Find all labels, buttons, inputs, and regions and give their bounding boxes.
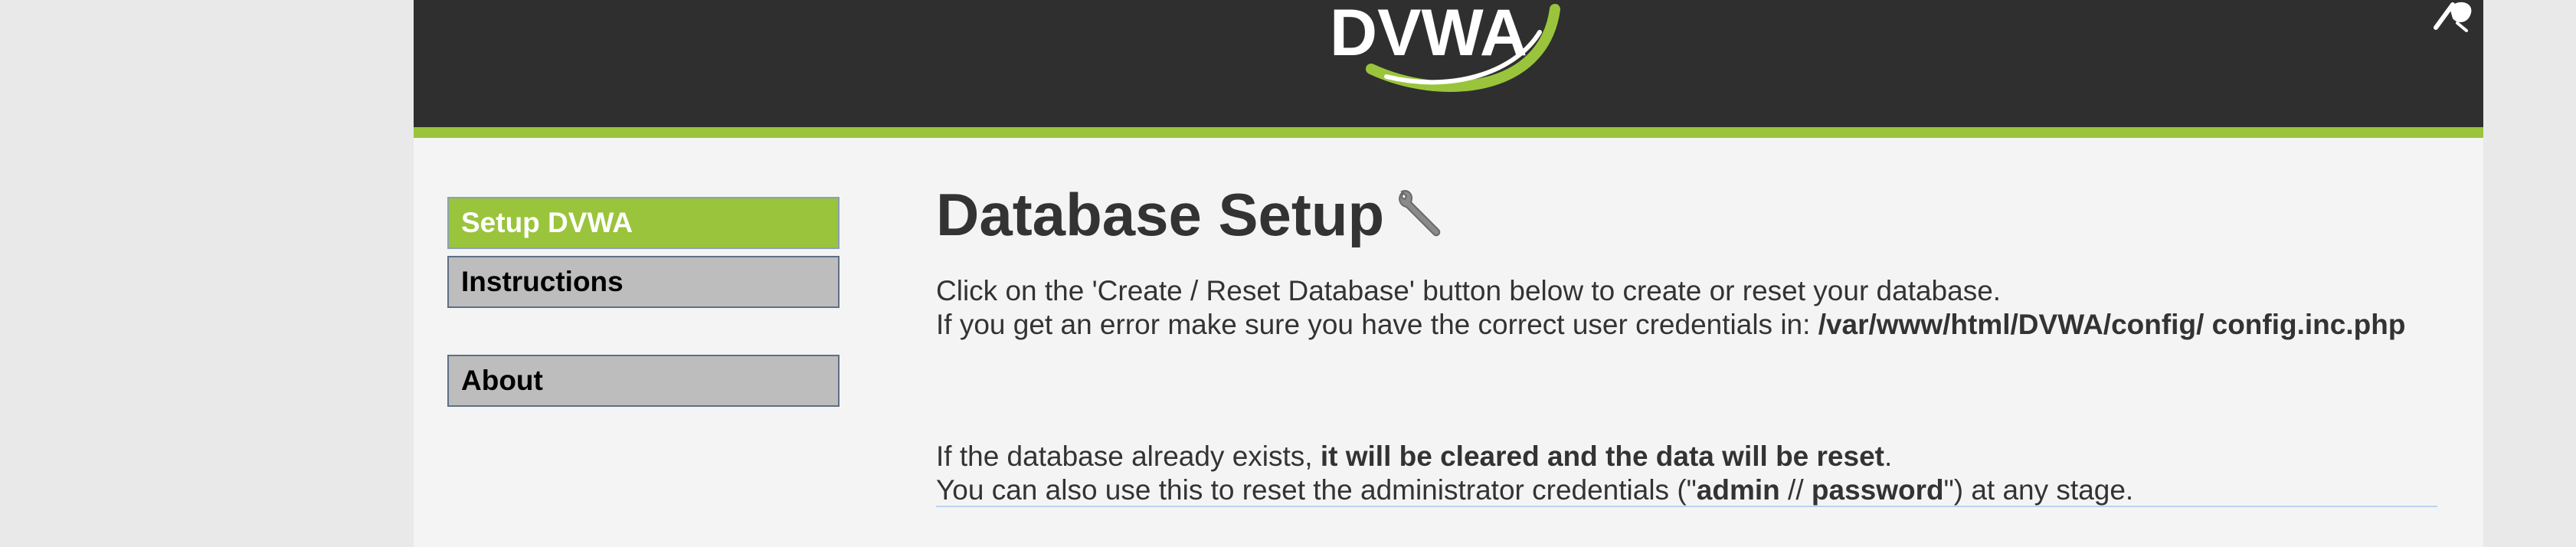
- bug-icon: [2422, 0, 2483, 32]
- divider: [936, 506, 2437, 507]
- admin-password: password: [1811, 474, 1944, 506]
- reset-warning-paragraph: If the database already exists, it will …: [936, 440, 2437, 507]
- menu-item-setup-dvwa[interactable]: Setup DVWA: [447, 197, 840, 249]
- instructions-paragraph: Click on the 'Create / Reset Database' b…: [936, 274, 2437, 342]
- reset-warning-bold: it will be cleared and the data will be …: [1320, 441, 1884, 472]
- credential-separator: //: [1779, 474, 1812, 506]
- header-accent-stripe: [414, 127, 2483, 138]
- error-hint: If you get an error make sure you have t…: [936, 309, 1818, 340]
- create-reset-instruction: Click on the 'Create / Reset Database' b…: [936, 275, 2002, 306]
- wrench-icon: [1396, 187, 1448, 239]
- menu-item-instructions[interactable]: Instructions: [447, 256, 840, 308]
- reset-warning-prefix: If the database already exists,: [936, 441, 1321, 472]
- admin-reset-prefix: You can also use this to reset the admin…: [936, 474, 1697, 506]
- dvwa-logo[interactable]: DVWA: [1325, 0, 1570, 101]
- reset-warning-suffix: .: [1884, 441, 1893, 472]
- config-path: /var/www/html/DVWA/config/ config.inc.ph…: [1818, 309, 2406, 340]
- page-title: Database Setup: [936, 181, 1385, 248]
- logo-text: DVWA: [1330, 0, 1527, 70]
- dvwa-logo-graphic: DVWA: [1330, 0, 1560, 92]
- menu-item-about[interactable]: About: [447, 355, 840, 407]
- admin-username: admin: [1696, 474, 1780, 506]
- admin-reset-suffix: ") at any stage.: [1943, 474, 2134, 506]
- header: DVWA: [414, 0, 2483, 127]
- page-container: DVWA Setup DVWA Instructions About Datab…: [414, 0, 2483, 547]
